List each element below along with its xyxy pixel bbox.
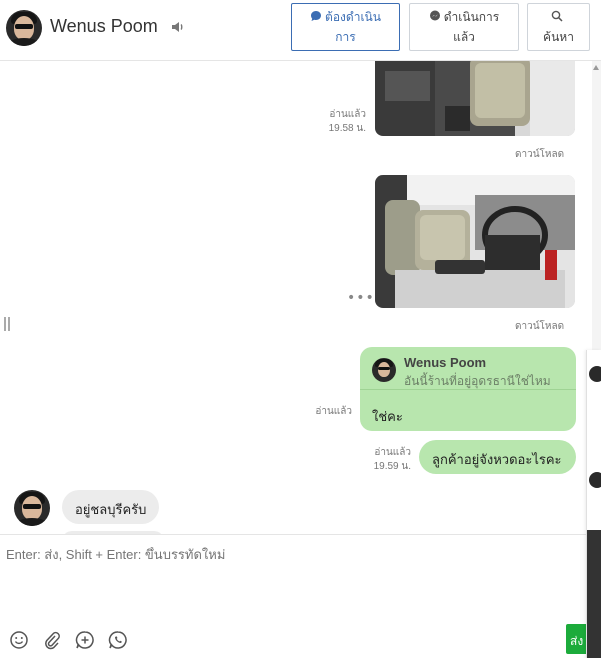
messenger-icon [429, 10, 440, 21]
pending-label-line2: การ [335, 30, 356, 44]
read-status: อ่านแล้ว [329, 109, 366, 120]
more-options-button[interactable]: ••• [347, 290, 375, 306]
message-time: 19.59 น. [373, 461, 411, 472]
quoted-text: อันนี้ร้านที่อยู่อุดรธานีใช่ไหม [404, 374, 551, 388]
done-button[interactable]: ดำเนินการ แล้ว [409, 3, 519, 51]
message-time: 19.58 น. [328, 123, 366, 134]
search-button[interactable]: ค้นหา [527, 3, 590, 51]
search-label: ค้นหา [543, 30, 574, 44]
pending-button[interactable]: ต้องดำเนิน การ [291, 3, 400, 51]
car-interior-photo [375, 175, 575, 308]
quoted-avatar [372, 358, 396, 382]
car-seat-photo [375, 61, 575, 136]
message-list[interactable]: อ่านแล้ว 19.58 น. ดาวน์โหลด ••• ดาวน์โหล… [0, 61, 601, 534]
chat-header: Wenus Poom ต้องดำเนิน การ ดำเนินการ แล้ว… [0, 0, 601, 61]
side-avatar[interactable] [589, 366, 601, 382]
reply-text: ใช่คะ [372, 410, 403, 425]
message-input[interactable] [6, 547, 566, 562]
image-message[interactable] [375, 61, 575, 136]
incoming-message[interactable]: อยู่ชลบุรีครับ [62, 490, 159, 524]
quoted-message[interactable]: Wenus Poom อันนี้ร้านที่อยู่อุดรธานีใช่ไ… [360, 347, 576, 390]
read-receipt: อ่านแล้ว [290, 405, 352, 419]
side-panel-collapsed[interactable] [586, 350, 601, 658]
resize-handle[interactable] [4, 317, 10, 331]
download-link[interactable]: ดาวน์โหลด [515, 147, 564, 162]
sender-avatar[interactable] [14, 490, 50, 526]
side-panel-dark-area [587, 530, 601, 658]
download-link[interactable]: ดาวน์โหลด [515, 319, 564, 334]
side-avatar[interactable] [589, 472, 601, 488]
attach-icon[interactable] [42, 630, 62, 650]
pending-label-line1: ต้องดำเนิน [325, 10, 381, 24]
read-receipt: อ่านแล้ว 19.58 น. [300, 108, 366, 136]
read-status: อ่านแล้ว [374, 447, 411, 458]
whatsapp-icon[interactable] [108, 630, 128, 650]
add-icon[interactable] [75, 630, 95, 650]
scroll-up-arrow-icon[interactable] [593, 65, 599, 70]
done-label-line2: แล้ว [453, 30, 475, 44]
read-receipt: อ่านแล้ว 19.59 น. [345, 446, 411, 474]
message-composer: ส่ง [0, 534, 592, 658]
emoji-icon[interactable] [9, 630, 29, 650]
contact-avatar[interactable] [6, 10, 42, 46]
read-status: อ่านแล้ว [315, 406, 352, 417]
contact-name[interactable]: Wenus Poom [50, 16, 158, 37]
quoted-name: Wenus Poom [404, 355, 487, 370]
search-icon [551, 10, 563, 22]
outgoing-message[interactable]: ลูกค้าอยู่จังหวดอะไรคะ [419, 440, 576, 474]
chat-bubble-icon [311, 11, 322, 21]
image-message[interactable] [375, 175, 575, 308]
reply-message[interactable]: Wenus Poom อันนี้ร้านที่อยู่อุดรธานีใช่ไ… [360, 347, 576, 431]
speaker-icon[interactable] [170, 19, 186, 35]
done-label-line1: ดำเนินการ [443, 10, 500, 24]
